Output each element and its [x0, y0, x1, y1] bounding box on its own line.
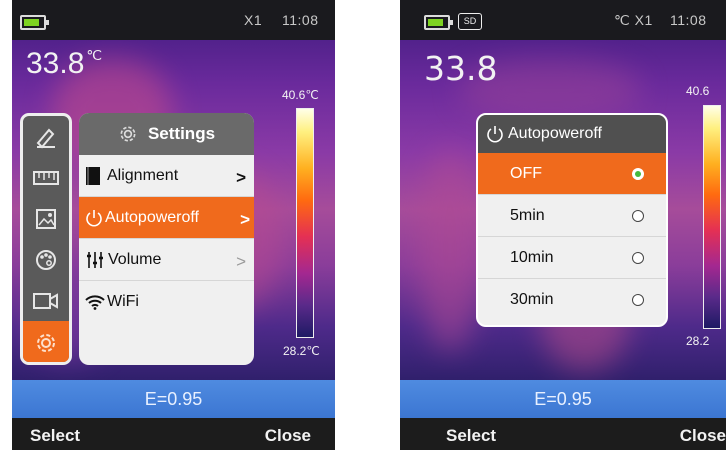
clock-time: 11:08 — [282, 12, 319, 28]
alignment-icon — [86, 166, 100, 185]
softkey-bar: Select Close — [400, 418, 726, 450]
side-item-video[interactable] — [23, 280, 69, 321]
power-icon — [487, 126, 503, 143]
option-10min[interactable]: 10min — [478, 237, 666, 279]
power-icon — [86, 209, 102, 226]
radio-unselected-icon — [632, 294, 644, 306]
option-label: 10min — [510, 248, 554, 266]
menu-item-volume[interactable]: Volume > — [79, 239, 254, 281]
scale-max-temp: 40.6℃ — [282, 88, 319, 102]
option-off[interactable]: OFF — [478, 153, 666, 195]
status-bar: X1 11:08 — [12, 0, 335, 40]
emissivity-bar: E=0.95 — [12, 380, 335, 418]
side-item-palette[interactable] — [23, 239, 69, 280]
option-label: 5min — [510, 206, 545, 224]
status-bar: SD ℃ X1 11:08 — [400, 0, 726, 40]
option-5min[interactable]: 5min — [478, 195, 666, 237]
color-scale-bar — [703, 105, 721, 329]
chevron-right-icon: > — [236, 252, 246, 271]
settings-panel: Settings Alignment > Autopoweroff > Volu… — [79, 113, 254, 365]
settings-header: Settings — [79, 113, 254, 155]
chevron-right-icon: > — [240, 210, 250, 229]
scale-min-temp: 28.2℃ — [283, 344, 320, 358]
color-scale-bar — [296, 108, 314, 338]
menu-item-wifi[interactable]: WiFi — [79, 281, 254, 323]
gear-icon — [37, 334, 55, 352]
side-menu — [20, 113, 72, 365]
close-softkey[interactable]: Close — [265, 426, 311, 446]
video-camera-icon — [33, 292, 58, 309]
menu-item-label: WiFi — [107, 293, 139, 310]
temperature-unit: ℃ — [86, 47, 103, 63]
gear-icon — [120, 126, 136, 142]
option-label: OFF — [510, 164, 542, 182]
battery-icon — [424, 15, 453, 30]
menu-item-autopoweroff[interactable]: Autopoweroff > — [79, 197, 254, 239]
palette-icon — [36, 249, 56, 270]
select-softkey[interactable]: Select — [446, 426, 496, 446]
chevron-right-icon: > — [236, 168, 246, 187]
menu-item-label: Alignment — [107, 166, 179, 184]
menu-item-alignment[interactable]: Alignment > — [79, 155, 254, 197]
sd-card-icon: SD — [458, 13, 482, 30]
menu-item-label: Autopoweroff — [105, 208, 199, 226]
menu-item-label: Volume — [108, 250, 162, 268]
popup-header: Autopoweroff — [478, 115, 666, 153]
pen-icon — [36, 128, 55, 148]
unit-zoom-indicator: ℃ X1 — [614, 12, 653, 28]
radio-unselected-icon — [632, 252, 644, 264]
softkey-bar: Select Close — [12, 418, 335, 450]
popup-title: Autopoweroff — [508, 125, 602, 142]
wifi-icon — [85, 295, 105, 310]
side-item-gallery[interactable] — [23, 198, 69, 239]
thermal-screen-settings: X1 11:08 33.8 ℃ 40.6℃ 28.2℃ Settings Ali… — [12, 0, 335, 450]
radio-unselected-icon — [632, 210, 644, 222]
ruler-icon — [33, 170, 59, 185]
temperature-value: 33.8 — [26, 47, 85, 80]
side-item-ruler[interactable] — [23, 157, 69, 198]
side-item-settings[interactable] — [23, 321, 69, 362]
scale-min-temp: 28.2 — [686, 334, 710, 348]
clock-time: 11:08 — [670, 12, 707, 28]
zoom-level: X1 — [244, 12, 263, 28]
option-30min[interactable]: 30min — [478, 279, 666, 321]
volume-sliders-icon — [87, 251, 103, 268]
temperature-value: 33.8 — [424, 49, 498, 88]
select-softkey[interactable]: Select — [30, 426, 80, 446]
emissivity-bar: E=0.95 — [400, 380, 726, 418]
radio-selected-icon — [632, 168, 644, 180]
close-softkey[interactable]: Close — [680, 426, 726, 446]
image-gallery-icon — [36, 208, 56, 229]
settings-title: Settings — [147, 124, 216, 143]
thermal-screen-autopoweroff: SD ℃ X1 11:08 33.8 40.6 28.2 Autopowerof… — [400, 0, 726, 450]
option-label: 30min — [510, 291, 554, 308]
side-item-pen[interactable] — [23, 116, 69, 157]
battery-icon — [20, 15, 49, 30]
autopoweroff-popup: Autopoweroff OFF 5min 10min 30min — [476, 113, 668, 327]
center-temperature: 33.8 ℃ — [26, 47, 102, 81]
center-temperature: 33.8 — [424, 49, 497, 88]
scale-max-temp: 40.6 — [686, 84, 710, 98]
